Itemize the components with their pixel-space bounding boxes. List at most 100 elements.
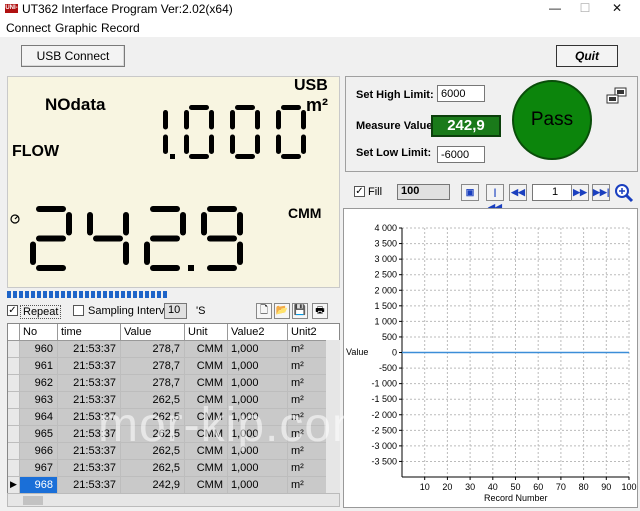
column-header-value2[interactable]: Value2 [228,324,288,341]
menu-record[interactable]: Record [101,21,140,35]
row-selector: ▶ [8,477,20,493]
no-cell: 966 [20,443,58,460]
lcd-segment [235,105,255,110]
zoom-icon[interactable] [614,183,634,203]
table-row[interactable]: ▶ 968 21:53:37 242,9 CMM 1,000 m² [8,477,339,493]
table-row[interactable]: 961 21:53:37 278,7 CMM 1,000 m² [8,358,339,375]
quit-button[interactable]: Quit [556,45,618,67]
y-tick-label: -3 000 [371,441,397,451]
row-selector [8,426,20,443]
row-selector [8,358,20,375]
value2-cell: 1,000 [228,341,288,358]
time-cell: 21:53:37 [58,341,121,358]
y-tick-label: 500 [382,332,397,342]
lcd-segment [144,241,150,265]
x-tick-label: 60 [533,482,543,492]
first-page-icon[interactable]: |◀◀ [486,184,504,212]
lcd-segment [301,110,306,130]
column-header-unit2[interactable]: Unit2 [288,324,339,341]
progress-segment [163,291,167,298]
no-cell: 960 [20,341,58,358]
progress-segment [109,291,113,298]
prev-page-icon[interactable]: ◀◀ [509,184,527,201]
low-limit-input[interactable]: -6000 [437,146,485,163]
lcd-segment [184,110,189,130]
fill-checkbox[interactable]: ✓ [354,186,365,197]
time-cell: 21:53:37 [58,460,121,477]
progress-segment [43,291,47,298]
menu-connect[interactable]: Connect [6,21,51,35]
y-tick-label: -2 500 [371,425,397,435]
chart-panel: 4 000 3 500 3 000 2 500 2 000 1 500 1 000 500 0 -… [343,208,638,508]
value2-cell: 1,000 [228,460,288,477]
point-count-input[interactable]: 100 [397,184,450,200]
chart-toolbar: ✓ Fill 100 ▣ |◀◀ ◀◀ 1 ▶▶ ▶▶| [345,181,638,212]
sampling-interval-checkbox[interactable] [73,305,84,316]
lcd-segment [201,212,207,236]
close-button[interactable]: ✕ [594,0,640,18]
table-horizontal-scrollbar[interactable] [7,493,340,507]
fill-label: Fill [368,186,383,198]
scrollbar-thumb[interactable] [23,496,43,505]
repeat-checkbox[interactable]: ✓ [7,305,18,316]
lcd-segment [207,206,237,212]
next-page-icon[interactable]: ▶▶ [571,184,589,201]
time-cell: 21:53:37 [58,375,121,392]
save-icon[interactable]: 💾 [292,303,308,319]
table-row[interactable]: 967 21:53:37 262,5 CMM 1,000 m² [8,460,339,477]
network-icon[interactable] [606,87,628,105]
lcd-segment [255,110,260,130]
menu-graphic[interactable]: Graphic [55,21,97,35]
area-value-digits [163,105,306,159]
title-bar: UNI-T UT362 Interface Program Ver:2.02(x… [0,0,640,20]
print-icon[interactable]: 🖶 [312,303,328,319]
lcd-segment [207,265,237,271]
y-tick-label: 0 [392,348,397,358]
column-header-no[interactable]: No [20,324,58,341]
x-tick-label: 30 [465,482,475,492]
no-cell: 967 [20,460,58,477]
row-selector [8,409,20,426]
value-cell: 262,5 [121,460,185,477]
usb-connect-button[interactable]: USB Connect [21,45,125,67]
save-icon[interactable]: ▣ [461,184,479,201]
repeat-label: Repeat [20,305,62,319]
progress-segment [91,291,95,298]
lcd-segment [93,235,123,242]
sampling-interval-input[interactable]: 10 [164,303,187,319]
lcd-segment [281,105,301,110]
lcd-segment [163,134,168,154]
y-tick-label: -1 500 [371,394,397,404]
lcd-segment [123,241,129,265]
row-selector [8,375,20,392]
pass-status-indicator: Pass [512,80,592,160]
column-header-time[interactable]: time [58,324,121,341]
progress-segment [85,291,89,298]
lcd-segment [180,212,186,236]
progress-segment [157,291,161,298]
y-tick-label: 3 500 [374,239,397,249]
progress-segment [103,291,107,298]
progress-segment [61,291,65,298]
unit-cell: CMM [185,341,228,358]
column-header-value[interactable]: Value [121,324,185,341]
column-header-unit[interactable]: Unit [185,324,228,341]
unit-cell: CMM [185,358,228,375]
table-row[interactable]: 960 21:53:37 278,7 CMM 1,000 m² [8,341,339,358]
menu-bar: Connect Graphic Record [0,18,640,37]
value2-cell: 1,000 [228,477,288,493]
lcd-segment [36,206,66,212]
new-file-icon[interactable]: 🗋 [256,303,272,319]
sampling-unit-label: 'S [196,305,206,317]
open-folder-icon[interactable]: 📂 [274,303,290,319]
table-row[interactable]: 962 21:53:37 278,7 CMM 1,000 m² [8,375,339,392]
lcd-segment [237,212,243,236]
high-limit-input[interactable]: 6000 [437,85,485,102]
measure-value-display: 242,9 [431,115,501,137]
lcd-segment [150,265,180,271]
unit-cell: CMM [185,477,228,493]
lcd-segment [184,134,189,154]
no-cell: 961 [20,358,58,375]
lcd-segment [209,134,214,154]
last-page-icon[interactable]: ▶▶| [592,184,610,201]
